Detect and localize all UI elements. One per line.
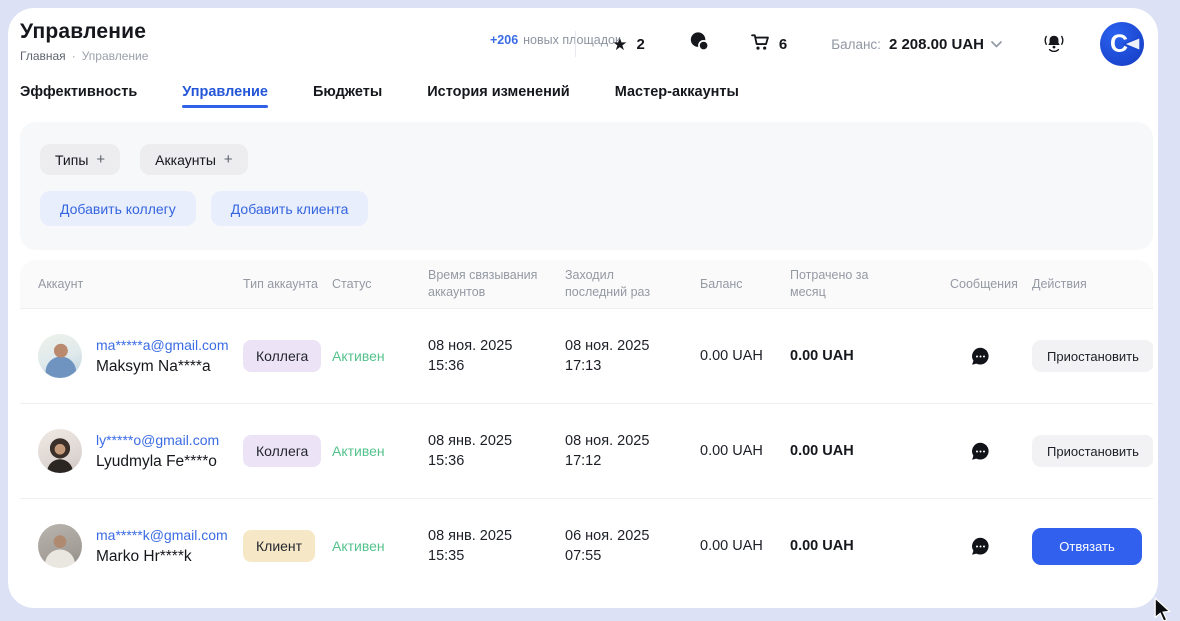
support-chat-button[interactable] xyxy=(689,31,710,57)
unlink-button[interactable]: Отвязать xyxy=(1032,528,1142,565)
column-header-last-visit: Заходил последний раз xyxy=(565,267,700,301)
cart-button[interactable]: 6 xyxy=(750,32,787,57)
table-row: ly*****o@gmail.com Lyudmyla Fe****o Колл… xyxy=(20,403,1153,498)
tab-master-accounts[interactable]: Мастер-аккаунты xyxy=(615,84,739,110)
balance-cell: 0.00 UAH xyxy=(700,348,790,364)
column-header-account: Аккаунт xyxy=(38,276,243,293)
avatar xyxy=(38,334,82,378)
balance-cell: 0.00 UAH xyxy=(700,443,790,459)
support-chat-icon xyxy=(689,31,710,57)
plus-icon: + xyxy=(224,151,233,168)
breadcrumb-current: Управление xyxy=(82,49,149,63)
column-header-spent: Потрачено за месяц xyxy=(790,267,950,301)
suspend-button[interactable]: Приостановить xyxy=(1032,340,1153,372)
app-logo[interactable]: C xyxy=(1100,22,1144,66)
tab-management[interactable]: Управление xyxy=(182,84,268,110)
top-actions: ★ 2 xyxy=(575,21,1158,67)
add-buttons: Добавить коллегу Добавить клиента xyxy=(40,191,368,226)
favorites-count: 2 xyxy=(637,36,645,53)
filters-panel: Типы + Аккаунты + Добавить коллегу Добав… xyxy=(20,122,1153,250)
balance-dropdown[interactable]: Баланс: 2 208.00 UAH xyxy=(831,36,1002,53)
cart-count: 6 xyxy=(779,36,787,53)
page-background: Управление Главная · Управление +206новы… xyxy=(0,0,1180,621)
accounts-filter-label: Аккаунты xyxy=(155,152,216,168)
avatar xyxy=(38,429,82,473)
avatar xyxy=(38,524,82,568)
account-email-link[interactable]: ly*****o@gmail.com xyxy=(96,432,219,448)
link-time-cell: 08 ноя. 202515:36 xyxy=(428,336,565,376)
spent-cell: 0.00 UAH xyxy=(790,443,950,459)
tab-effectiveness[interactable]: Эффективность xyxy=(20,84,137,110)
divider xyxy=(575,31,576,57)
account-name: Maksym Na****a xyxy=(96,358,228,376)
account-email-link[interactable]: ma*****k@gmail.com xyxy=(96,527,228,543)
account-name: Lyudmyla Fe****o xyxy=(96,453,219,471)
spent-cell: 0.00 UAH xyxy=(790,538,950,554)
message-icon[interactable] xyxy=(970,536,991,557)
column-header-messages: Сообщения xyxy=(950,276,1032,293)
page-title: Управление xyxy=(20,20,148,44)
breadcrumb-separator: · xyxy=(72,49,76,63)
link-time-cell: 08 янв. 202515:36 xyxy=(428,431,565,471)
cart-icon xyxy=(750,32,770,57)
link-time-cell: 08 янв. 202515:35 xyxy=(428,526,565,566)
breadcrumb-home-link[interactable]: Главная xyxy=(20,49,66,63)
column-header-actions: Действия xyxy=(1032,276,1135,293)
column-header-type: Тип аккаунта xyxy=(243,276,332,293)
mouse-cursor xyxy=(1153,597,1179,621)
column-header-status: Статус xyxy=(332,276,428,293)
main-card: Управление Главная · Управление +206новы… xyxy=(8,8,1158,608)
types-filter-label: Типы xyxy=(55,152,88,168)
last-visit-cell: 06 ноя. 202507:55 xyxy=(565,526,700,566)
balance-value: 2 208.00 UAH xyxy=(889,36,984,53)
spent-cell: 0.00 UAH xyxy=(790,348,950,364)
message-icon[interactable] xyxy=(970,441,991,462)
star-icon: ★ xyxy=(612,36,627,53)
filter-chips: Типы + Аккаунты + xyxy=(40,144,248,175)
types-filter-chip[interactable]: Типы + xyxy=(40,144,120,175)
status-label: Активен xyxy=(332,443,428,459)
plus-icon: + xyxy=(96,151,105,168)
column-header-balance: Баланс xyxy=(700,276,790,293)
last-visit-cell: 08 ноя. 202517:12 xyxy=(565,431,700,471)
add-client-button[interactable]: Добавить клиента xyxy=(211,191,369,226)
message-icon[interactable] xyxy=(970,346,991,367)
notification-bell-icon xyxy=(1042,31,1066,58)
account-name: Marko Hr****k xyxy=(96,548,228,566)
tab-bar: Эффективность Управление Бюджеты История… xyxy=(8,84,1158,110)
topbar: Управление Главная · Управление +206новы… xyxy=(8,8,1158,82)
balance-label: Баланс: xyxy=(831,37,881,52)
new-platforms-count: +206 xyxy=(490,33,518,47)
column-header-link-time: Время связывания аккаунтов xyxy=(428,267,565,301)
account-type-badge: Коллега xyxy=(243,435,321,467)
table-row: ma*****k@gmail.com Marko Hr****k Клиент … xyxy=(20,498,1153,593)
account-email-link[interactable]: ma*****a@gmail.com xyxy=(96,337,228,353)
table-header-row: Аккаунт Тип аккаунта Статус Время связыв… xyxy=(20,260,1153,308)
notifications-button[interactable] xyxy=(1042,31,1066,58)
account-type-badge: Коллега xyxy=(243,340,321,372)
breadcrumb: Главная · Управление xyxy=(20,49,148,63)
accounts-table: Аккаунт Тип аккаунта Статус Время связыв… xyxy=(20,260,1153,593)
logo-arrow-icon xyxy=(1123,36,1141,52)
chevron-down-icon xyxy=(991,41,1002,48)
accounts-filter-chip[interactable]: Аккаунты + xyxy=(140,144,248,175)
status-label: Активен xyxy=(332,538,428,554)
last-visit-cell: 08 ноя. 202517:13 xyxy=(565,336,700,376)
add-colleague-button[interactable]: Добавить коллегу xyxy=(40,191,196,226)
suspend-button[interactable]: Приостановить xyxy=(1032,435,1153,467)
table-row: ma*****a@gmail.com Maksym Na****a Коллег… xyxy=(20,308,1153,403)
account-type-badge: Клиент xyxy=(243,530,315,562)
status-label: Активен xyxy=(332,348,428,364)
balance-cell: 0.00 UAH xyxy=(700,538,790,554)
tab-change-history[interactable]: История изменений xyxy=(427,84,569,110)
tab-budgets[interactable]: Бюджеты xyxy=(313,84,382,110)
favorites-button[interactable]: ★ 2 xyxy=(612,36,645,53)
